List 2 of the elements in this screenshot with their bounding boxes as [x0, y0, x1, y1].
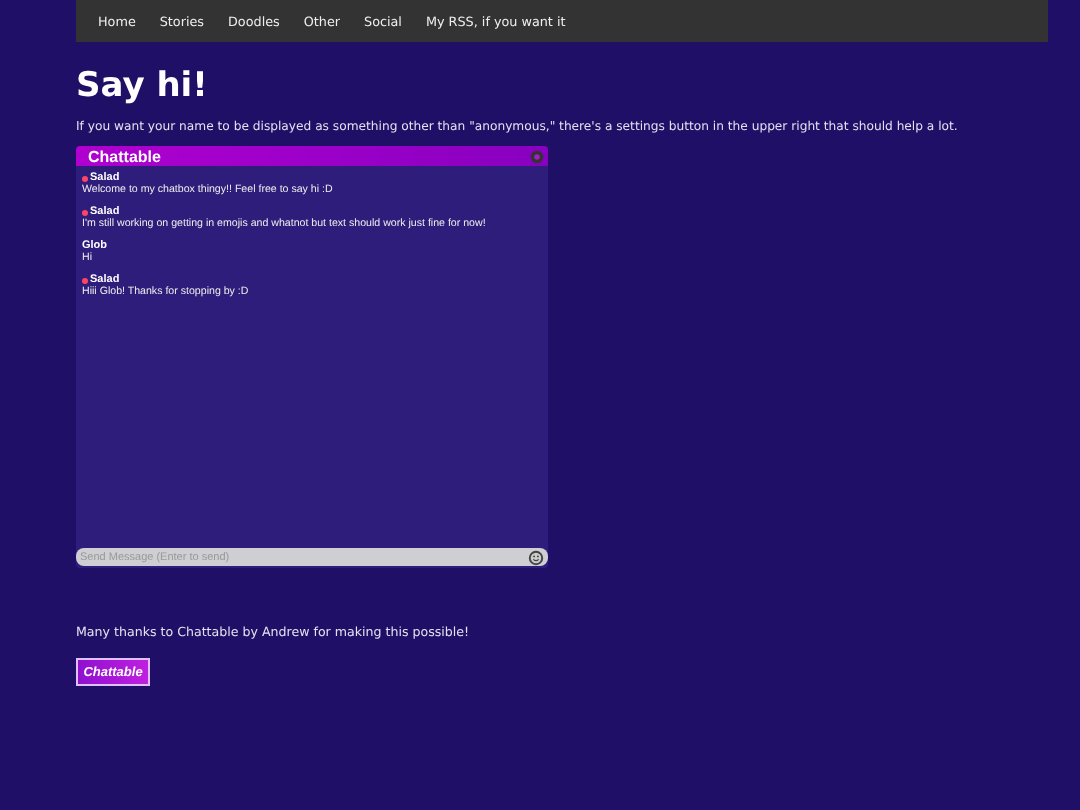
page-title: Say hi! — [76, 64, 210, 108]
chat-title: Chattable — [88, 147, 161, 165]
